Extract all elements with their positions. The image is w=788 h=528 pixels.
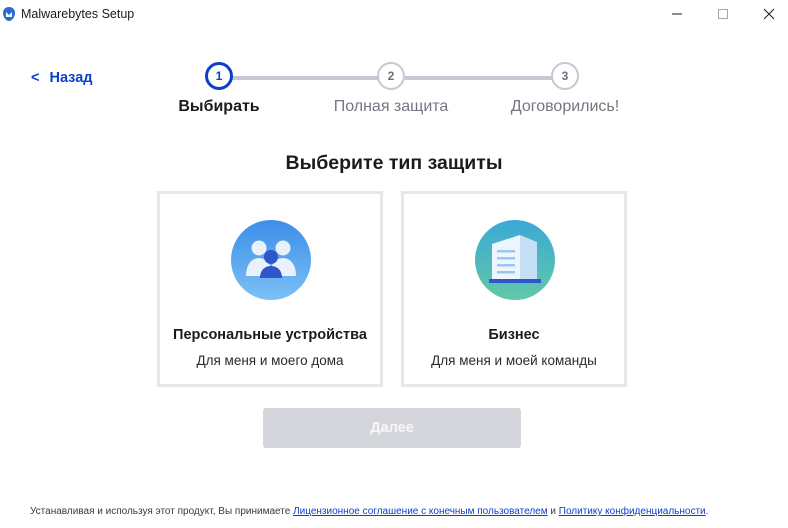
business-subtitle: Для меня и моей команды bbox=[431, 353, 597, 368]
eula-link[interactable]: Лицензионное соглашение с конечным польз… bbox=[293, 506, 548, 517]
license-notice: Устанавливая и используя этот продукт, В… bbox=[30, 506, 708, 517]
step-1-label: Выбирать bbox=[178, 98, 260, 115]
office-building-icon bbox=[475, 220, 555, 300]
business-title: Бизнес bbox=[488, 327, 540, 343]
step-2-label: Полная защита bbox=[333, 98, 449, 115]
license-notice-end: . bbox=[705, 506, 709, 517]
personal-devices-option[interactable]: Персональные устройства Для меня и моего… bbox=[157, 191, 383, 387]
next-button[interactable]: Далее bbox=[263, 408, 521, 448]
personal-devices-title: Персональные устройства bbox=[173, 327, 367, 343]
step-3-label: Договорились! bbox=[510, 98, 620, 115]
personal-devices-subtitle: Для меня и моего дома bbox=[196, 353, 344, 368]
setup-progress-stepper: 1 2 3 Выбирать Полная защита Договорилис… bbox=[0, 0, 788, 130]
license-notice-conjunction: и bbox=[547, 506, 559, 517]
business-option[interactable]: Бизнес Для меня и моей команды bbox=[401, 191, 627, 387]
step-2-circle: 2 bbox=[377, 62, 405, 90]
step-1-circle: 1 bbox=[205, 62, 233, 90]
page-title: Выберите тип защиты bbox=[285, 152, 503, 174]
people-icon bbox=[231, 220, 311, 300]
step-3-circle: 3 bbox=[551, 62, 579, 90]
step-connector-2 bbox=[405, 76, 552, 80]
step-connector-1 bbox=[232, 76, 379, 80]
privacy-policy-link[interactable]: Политику конфиденциальности bbox=[559, 506, 706, 517]
license-notice-text: Устанавливая и используя этот продукт, В… bbox=[30, 506, 294, 517]
